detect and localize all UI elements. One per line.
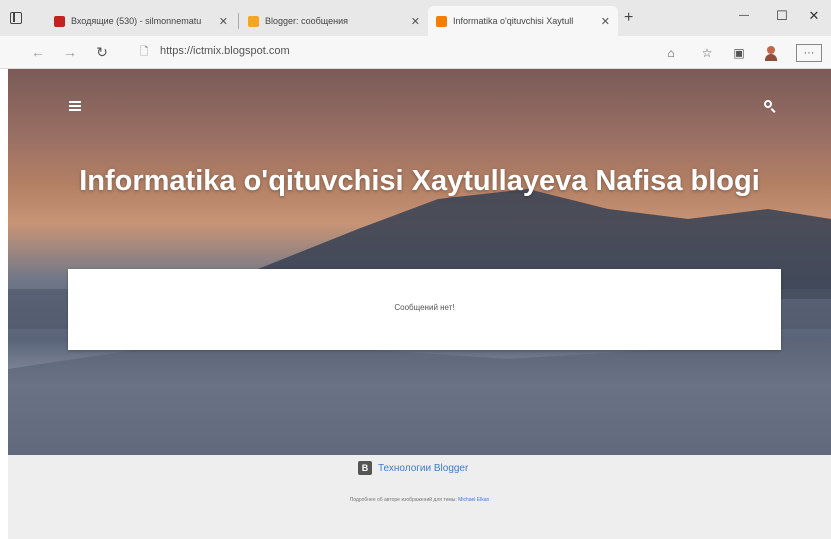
tab-blogger-posts[interactable]: Blogger: сообщения ✕ [240, 6, 428, 36]
close-tab-icon[interactable]: ✕ [219, 15, 228, 28]
reload-icon[interactable]: ↻ [92, 42, 112, 62]
attribution-author-link[interactable]: Michael Elkan [458, 497, 489, 503]
minimize-button[interactable]: — [730, 4, 758, 28]
posts-card: Сообщений нет! [68, 269, 781, 350]
blog-header-hero: Informatika o'qituvchisi Xaytullayeva Na… [8, 69, 831, 455]
page-info-icon[interactable]: 🗋 [134, 42, 154, 62]
tab-gmail[interactable]: Входящие (530) - silmonnematu ✕ [46, 6, 236, 36]
search-icon[interactable] [764, 100, 776, 113]
sidebar-icon[interactable] [10, 12, 22, 24]
blogger-icon [248, 15, 259, 27]
close-tab-icon[interactable]: ✕ [411, 15, 420, 28]
address-bar-row: ← → ↻ 🗋 https://ictmix.blogspot.com ⌂ ☆ … [0, 36, 831, 69]
new-tab-button[interactable]: + [624, 9, 633, 27]
gmail-icon [54, 15, 65, 27]
forward-icon[interactable]: → [60, 42, 80, 62]
favorites-icon[interactable]: ☆ [698, 44, 716, 62]
close-tab-icon[interactable]: ✕ [601, 15, 610, 28]
no-posts-message: Сообщений нет! [394, 303, 455, 312]
blog-title[interactable]: Informatika o'qituvchisi Xaytullayeva Na… [8, 161, 831, 202]
blog-footer: B Технологии Blogger Подробнее об авторе… [8, 455, 831, 539]
url-field[interactable]: https://ictmix.blogspot.com [160, 45, 290, 57]
maximize-button[interactable]: ☐ [768, 4, 796, 28]
tab-blog[interactable]: Informatika o'qituvchisi Xaytull ✕ [428, 6, 618, 36]
blogger-logo-icon: B [358, 461, 372, 475]
read-aloud-icon[interactable]: ⌂ [662, 44, 680, 62]
powered-by-blogger-link[interactable]: B Технологии Blogger [358, 461, 468, 475]
close-window-button[interactable]: ✕ [800, 4, 828, 28]
menu-icon[interactable] [69, 101, 81, 111]
profile-icon[interactable] [762, 44, 780, 62]
browser-tab-strip: Входящие (530) - silmonnematu ✕ Blogger:… [0, 0, 831, 36]
blogger-icon [436, 15, 447, 27]
collections-icon[interactable]: ▣ [730, 44, 748, 62]
hero-landscape-image [8, 189, 831, 455]
back-icon[interactable]: ← [28, 42, 48, 62]
theme-attribution: Подробнее об авторе изображений для темы… [349, 497, 490, 503]
more-icon[interactable]: ··· [796, 44, 822, 62]
